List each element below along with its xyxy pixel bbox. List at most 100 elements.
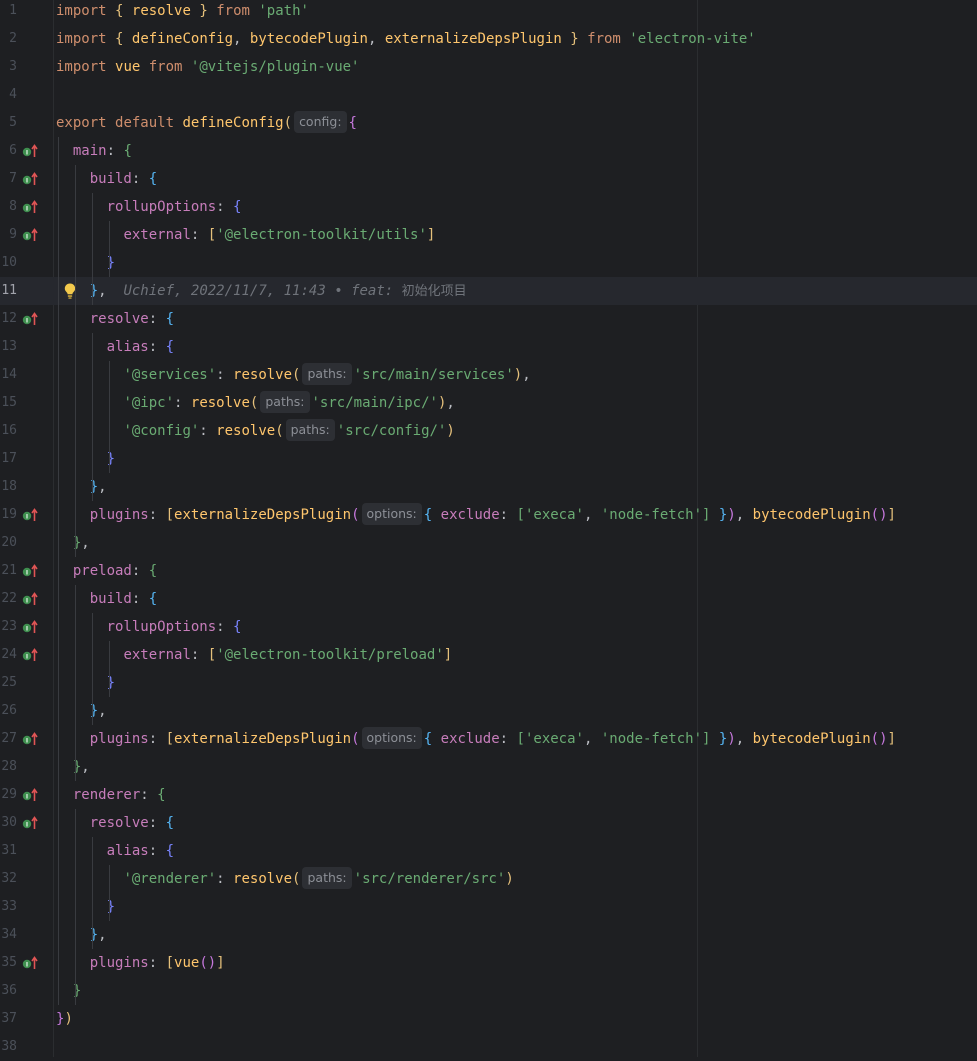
line-number[interactable]: 29 <box>0 781 17 809</box>
line-number[interactable]: 1 <box>0 0 17 25</box>
line-number[interactable]: 11 <box>0 277 17 305</box>
line-number[interactable]: 19 <box>0 501 17 529</box>
line-number[interactable]: 34 <box>0 921 17 949</box>
line-number[interactable]: 27 <box>0 725 17 753</box>
code-line[interactable]: 30 I resolve: { <box>0 809 977 837</box>
line-number[interactable]: 22 <box>0 585 17 613</box>
code-line[interactable]: 12 I resolve: { <box>0 305 977 333</box>
code-text[interactable]: external: ['@electron-toolkit/preload'] <box>56 641 452 669</box>
code-line[interactable]: 7 I build: { <box>0 165 977 193</box>
line-number[interactable]: 35 <box>0 949 17 977</box>
override-marker-icon[interactable]: I <box>22 816 38 830</box>
code-line[interactable]: 6 I main: { <box>0 137 977 165</box>
code-line[interactable]: 17 } <box>0 445 977 473</box>
override-marker-icon[interactable]: I <box>22 144 38 158</box>
code-line[interactable]: 32 '@renderer': resolve(paths:'src/rende… <box>0 865 977 893</box>
line-number[interactable]: 20 <box>0 529 17 557</box>
code-text[interactable]: } <box>56 249 115 277</box>
line-number[interactable]: 17 <box>0 445 17 473</box>
code-text[interactable]: } <box>56 669 115 697</box>
code-line[interactable]: 37}) <box>0 1005 977 1033</box>
line-number[interactable]: 26 <box>0 697 17 725</box>
code-text[interactable]: } <box>56 445 115 473</box>
override-marker-icon[interactable]: I <box>22 648 38 662</box>
code-line[interactable]: 20 }, <box>0 529 977 557</box>
line-number[interactable]: 31 <box>0 837 17 865</box>
code-text[interactable]: plugins: [vue()] <box>56 949 225 977</box>
line-number[interactable]: 10 <box>0 249 17 277</box>
code-line[interactable]: 10 } <box>0 249 977 277</box>
code-text[interactable]: main: { <box>56 137 132 165</box>
line-number[interactable]: 6 <box>0 137 17 165</box>
code-line[interactable]: 2 import { defineConfig, bytecodePlugin, … <box>0 25 977 53</box>
code-line[interactable]: 18 }, <box>0 473 977 501</box>
code-text[interactable]: }, Uchief, 2022/11/7, 11:43 • feat: 初始化项… <box>56 277 467 306</box>
override-marker-icon[interactable]: I <box>22 788 38 802</box>
code-text[interactable]: '@services': resolve(paths:'src/main/ser… <box>56 361 531 389</box>
code-line[interactable]: 9 I external: ['@electron-toolkit/utils'… <box>0 221 977 249</box>
line-number[interactable]: 30 <box>0 809 17 837</box>
line-number[interactable]: 23 <box>0 613 17 641</box>
code-line[interactable]: 29 I renderer: { <box>0 781 977 809</box>
line-number[interactable]: 12 <box>0 305 17 333</box>
override-marker-icon[interactable]: I <box>22 228 38 242</box>
code-text[interactable]: import { defineConfig, bytecodePlugin, e… <box>56 25 756 53</box>
git-blame-annotation[interactable]: Uchief, 2022/11/7, 11:43 • feat: 初始化项目 <box>123 283 466 299</box>
line-number[interactable]: 4 <box>0 81 17 109</box>
line-number[interactable]: 36 <box>0 977 17 1005</box>
line-number[interactable]: 2 <box>0 25 17 53</box>
code-line[interactable]: 1 import { resolve } from 'path' <box>0 0 977 25</box>
override-marker-icon[interactable]: I <box>22 172 38 186</box>
code-text[interactable]: external: ['@electron-toolkit/utils'] <box>56 221 435 249</box>
code-text[interactable]: }, <box>56 529 90 557</box>
line-number[interactable]: 9 <box>0 221 17 249</box>
code-text[interactable]: }) <box>56 1005 73 1033</box>
code-text[interactable]: resolve: { <box>56 305 174 333</box>
line-number[interactable]: 14 <box>0 361 17 389</box>
code-line[interactable]: 11 }, Uchief, 2022/11/7, 11:43 • feat: 初… <box>0 277 977 305</box>
code-line[interactable]: 15 '@ipc': resolve(paths:'src/main/ipc/'… <box>0 389 977 417</box>
code-line[interactable]: 33 } <box>0 893 977 921</box>
line-number[interactable]: 3 <box>0 53 17 81</box>
line-number[interactable]: 33 <box>0 893 17 921</box>
override-marker-icon[interactable]: I <box>22 592 38 606</box>
code-text[interactable]: import vue from '@vitejs/plugin-vue' <box>56 53 359 81</box>
code-line[interactable]: 5 export default defineConfig(config:{ <box>0 109 977 137</box>
line-number[interactable]: 13 <box>0 333 17 361</box>
code-text[interactable]: renderer: { <box>56 781 166 809</box>
code-line[interactable]: 19 I plugins: [externalizeDepsPlugin(opt… <box>0 501 977 529</box>
code-line[interactable]: 3 import vue from '@vitejs/plugin-vue' <box>0 53 977 81</box>
line-number[interactable]: 21 <box>0 557 17 585</box>
code-line[interactable]: 24 I external: ['@electron-toolkit/prelo… <box>0 641 977 669</box>
code-line[interactable]: 27 I plugins: [externalizeDepsPlugin(opt… <box>0 725 977 753</box>
code-line[interactable]: 8 I rollupOptions: { <box>0 193 977 221</box>
line-number[interactable]: 25 <box>0 669 17 697</box>
code-editor[interactable]: 1 import { resolve } from 'path' 2 import {… <box>0 0 977 1057</box>
code-text[interactable]: '@config': resolve(paths:'src/config/') <box>56 417 455 445</box>
code-line[interactable]: 28 }, <box>0 753 977 781</box>
code-line[interactable]: 13 alias: { <box>0 333 977 361</box>
code-text[interactable]: export default defineConfig(config:{ <box>56 109 357 137</box>
code-text[interactable]: rollupOptions: { <box>56 193 242 221</box>
code-text[interactable]: build: { <box>56 165 157 193</box>
code-text[interactable]: alias: { <box>56 333 174 361</box>
line-number[interactable]: 7 <box>0 165 17 193</box>
code-text[interactable]: build: { <box>56 585 157 613</box>
code-text[interactable]: import { resolve } from 'path' <box>56 0 309 25</box>
code-line[interactable]: 31 alias: { <box>0 837 977 865</box>
line-number[interactable]: 15 <box>0 389 17 417</box>
code-text[interactable]: }, <box>56 753 90 781</box>
code-line[interactable]: 14 '@services': resolve(paths:'src/main/… <box>0 361 977 389</box>
code-text[interactable]: } <box>56 977 81 1005</box>
code-line[interactable]: 25 } <box>0 669 977 697</box>
code-line[interactable]: 36 } <box>0 977 977 1005</box>
code-line[interactable]: 21 I preload: { <box>0 557 977 585</box>
override-marker-icon[interactable]: I <box>22 620 38 634</box>
line-number[interactable]: 18 <box>0 473 17 501</box>
code-text[interactable]: '@ipc': resolve(paths:'src/main/ipc/'), <box>56 389 455 417</box>
code-line[interactable]: 4 <box>0 81 977 109</box>
override-marker-icon[interactable]: I <box>22 200 38 214</box>
code-text[interactable]: preload: { <box>56 557 157 585</box>
code-line[interactable]: 34 }, <box>0 921 977 949</box>
code-line[interactable]: 35 I plugins: [vue()] <box>0 949 977 977</box>
